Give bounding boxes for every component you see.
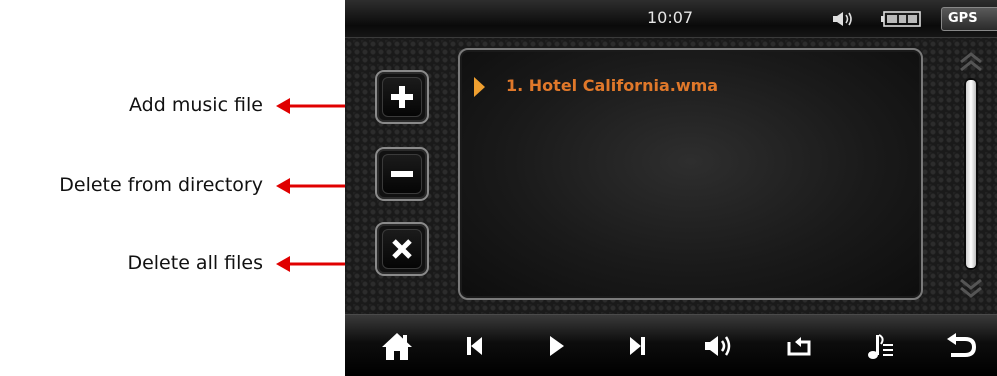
back-button[interactable] [943,330,979,362]
chevron-down-icon[interactable] [956,274,986,300]
repeat-button[interactable] [781,330,817,362]
close-icon [392,239,412,259]
track-title: 1. Hotel California.wma [506,76,719,95]
gps-label: GPS [948,11,978,26]
skip-previous-icon [467,337,482,355]
speaker-icon [833,12,852,26]
annotation-label: Delete all files [127,252,263,274]
annotation-delete-all: Delete all files [0,244,370,284]
playlist-panel[interactable]: 1. Hotel California.wma [458,48,923,300]
delete-all-button[interactable] [375,222,429,276]
home-button[interactable] [379,330,415,362]
chevron-up-icon[interactable] [956,50,986,76]
minus-icon [391,171,413,177]
playlist-icon [868,334,893,359]
scrollbar[interactable] [964,78,978,270]
volume-button[interactable] [700,330,736,362]
previous-button[interactable] [457,330,493,362]
annotation-add-music: Add music file [0,86,370,126]
now-playing-icon [474,77,485,97]
annotation-label: Delete from directory [59,174,263,196]
battery-icon [881,11,921,27]
gps-badge[interactable]: GPS [941,7,997,31]
next-button[interactable] [619,330,655,362]
annotation-delete-from-directory: Delete from directory [0,166,370,206]
status-bar: 10:07 GPS [345,0,997,38]
return-icon [947,333,977,357]
playlist-button[interactable] [862,330,898,362]
bottom-toolbar [345,314,997,376]
plus-icon [391,86,413,108]
add-music-button[interactable] [375,70,429,124]
annotation-label: Add music file [129,94,263,116]
speaker-icon [705,336,731,356]
play-button[interactable] [538,330,574,362]
skip-next-icon [630,337,645,355]
delete-from-directory-button[interactable] [375,147,429,201]
home-icon [382,333,412,360]
clock: 10:07 [647,8,694,27]
play-icon [550,336,564,356]
scrollbar-thumb[interactable] [966,80,976,268]
device-screen: 10:07 GPS 1. Hotel California.wma [345,0,997,376]
repeat-icon [787,337,811,356]
